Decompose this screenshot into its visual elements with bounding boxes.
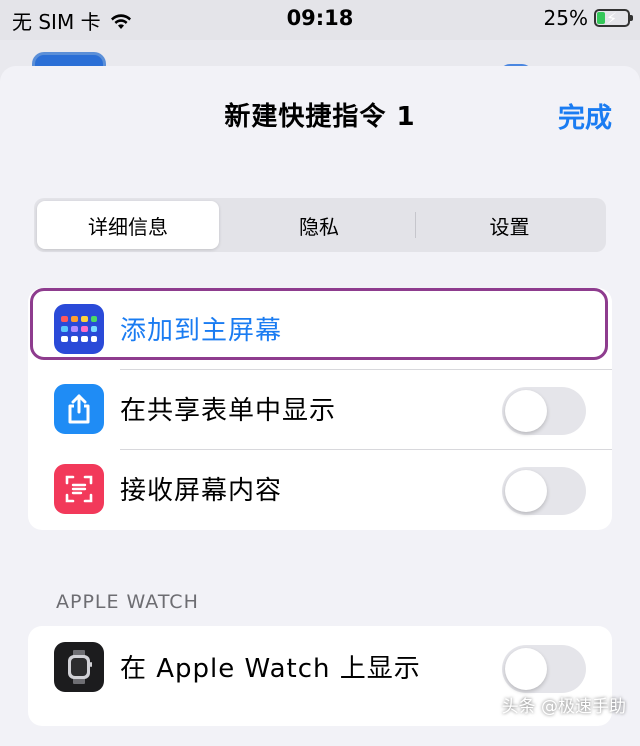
watermark: 头条 @极速手助 — [501, 697, 626, 717]
tab-privacy[interactable]: 隐私 — [224, 201, 414, 249]
toggle-knob — [505, 390, 547, 432]
show-on-watch-toggle[interactable] — [502, 645, 586, 693]
battery-charging-icon: ⚡ — [594, 9, 633, 28]
tab-details[interactable]: 详细信息 — [37, 201, 219, 249]
highlight-outline — [30, 288, 608, 360]
status-right: 25% ⚡ — [543, 6, 633, 30]
sheet-title: 新建快捷指令 1 — [224, 102, 416, 132]
battery-percent: 25% — [543, 6, 588, 30]
toggle-knob — [505, 648, 547, 690]
done-button[interactable]: 完成 — [558, 96, 612, 135]
segmented-control: 详细信息 隐私 设置 — [34, 198, 606, 252]
toggle-knob — [505, 470, 547, 512]
show-on-watch-label: 在 Apple Watch 上显示 — [120, 654, 421, 684]
shortcut-details-sheet: 新建快捷指令 1 完成 详细信息 隐私 设置 添加到主屏幕 在共享表单中显示 接… — [0, 66, 640, 746]
battery-fill — [597, 12, 605, 24]
share-icon — [54, 384, 104, 434]
receive-screen-toggle[interactable] — [502, 467, 586, 515]
share-sheet-toggle[interactable] — [502, 387, 586, 435]
apple-watch-section-header: APPLE WATCH — [56, 591, 199, 613]
status-bar: 无 SIM 卡 09:18 25% ⚡ — [0, 0, 640, 40]
share-sheet-row: 在共享表单中显示 — [28, 368, 612, 450]
bolt-icon: ⚡ — [606, 9, 618, 28]
receive-screen-label: 接收屏幕内容 — [120, 476, 283, 506]
share-sheet-label: 在共享表单中显示 — [120, 396, 337, 426]
tab-settings[interactable]: 设置 — [416, 201, 603, 249]
screen-scan-icon — [54, 464, 104, 514]
receive-screen-row: 接收屏幕内容 — [28, 448, 612, 530]
apple-watch-icon — [54, 642, 104, 692]
